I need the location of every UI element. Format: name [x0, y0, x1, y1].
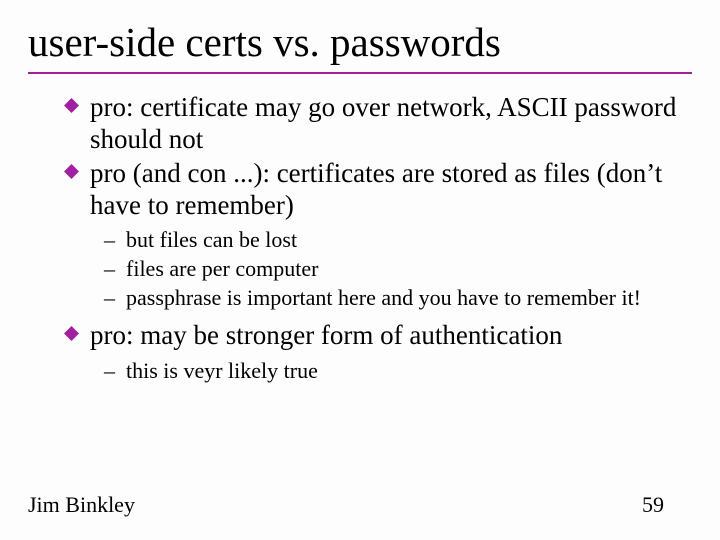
- footer-page-number: 59: [642, 492, 664, 518]
- sub-bullet-item: – but files can be lost: [104, 227, 682, 254]
- sub-bullet-group: – but files can be lost – files are per …: [64, 227, 682, 311]
- bullet-item: pro: may be stronger form of authenticat…: [64, 320, 682, 352]
- slide: user-side certs vs. passwords pro: certi…: [0, 0, 720, 540]
- dash-bullet-icon: –: [104, 256, 126, 283]
- sub-bullet-group: – this is veyr likely true: [64, 358, 682, 385]
- dash-bullet-icon: –: [104, 285, 126, 312]
- footer-author: Jim Binkley: [28, 492, 135, 518]
- sub-bullet-text: but files can be lost: [126, 227, 682, 254]
- sub-bullet-item: – files are per computer: [104, 256, 682, 283]
- sub-bullet-item: – this is veyr likely true: [104, 358, 682, 385]
- slide-body: pro: certificate may go over network, AS…: [28, 92, 692, 385]
- sub-bullet-text: this is veyr likely true: [126, 358, 682, 385]
- bullet-item: pro (and con ...): certificates are stor…: [64, 158, 682, 222]
- sub-bullet-text: files are per computer: [126, 256, 682, 283]
- sub-bullet-text: passphrase is important here and you hav…: [126, 285, 682, 312]
- diamond-bullet-icon: [64, 320, 90, 341]
- bullet-text: pro (and con ...): certificates are stor…: [90, 158, 682, 222]
- slide-title: user-side certs vs. passwords: [28, 18, 692, 66]
- title-underline: [28, 72, 692, 74]
- diamond-bullet-icon: [64, 92, 90, 113]
- sub-bullet-item: – passphrase is important here and you h…: [104, 285, 682, 312]
- bullet-text: pro: may be stronger form of authenticat…: [90, 320, 682, 352]
- diamond-bullet-icon: [64, 158, 90, 179]
- dash-bullet-icon: –: [104, 227, 126, 254]
- bullet-text: pro: certificate may go over network, AS…: [90, 92, 682, 156]
- dash-bullet-icon: –: [104, 358, 126, 385]
- bullet-item: pro: certificate may go over network, AS…: [64, 92, 682, 156]
